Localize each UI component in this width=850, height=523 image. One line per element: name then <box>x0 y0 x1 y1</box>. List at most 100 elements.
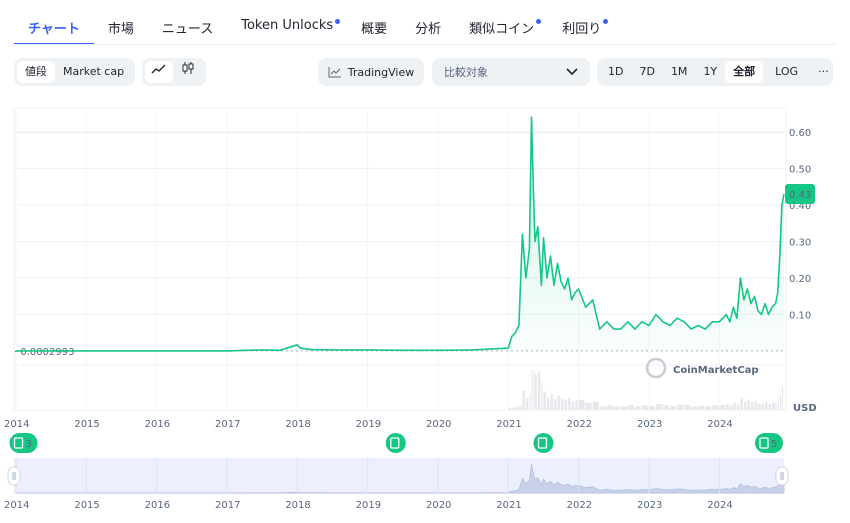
volume-bar <box>736 404 740 410</box>
y-tick-label: 0.10 <box>789 311 811 322</box>
range-option-0[interactable]: 1D <box>600 61 631 83</box>
event-marker-count: 3 <box>26 439 32 450</box>
tab-5[interactable]: 分析 <box>401 12 455 44</box>
volume-bar <box>543 391 546 410</box>
x-tick-label: 2019 <box>356 419 381 430</box>
x-tick-label: 2015 <box>74 419 99 430</box>
line-chart-option[interactable] <box>145 61 173 83</box>
tab-3[interactable]: Token Unlocks <box>227 12 347 44</box>
volume-bar <box>648 405 655 410</box>
log-scale-toggle[interactable]: LOG <box>767 61 806 83</box>
line-chart-icon <box>151 64 166 74</box>
volume-bar <box>761 404 765 410</box>
navigator-tick-label: 2020 <box>426 500 451 511</box>
volume-bar <box>518 405 522 410</box>
tab-7[interactable]: 利回り <box>548 12 615 44</box>
tab-2[interactable]: ニュース <box>148 12 227 44</box>
navigator-tick-label: 2017 <box>215 500 240 511</box>
price-option[interactable]: 値段 <box>17 61 55 83</box>
tab-label: ニュース <box>161 22 214 37</box>
volume-bar <box>656 404 663 410</box>
tab-6[interactable]: 類似コイン <box>455 12 548 44</box>
volume-bar <box>781 386 783 410</box>
volume-bar <box>578 399 585 410</box>
tradingview-button[interactable]: TradingView <box>318 58 424 86</box>
volume-bar <box>606 405 613 410</box>
navigator-tick-label: 2018 <box>285 500 310 511</box>
volume-bar <box>550 394 554 410</box>
volume-bar <box>772 402 775 410</box>
navigator-right-handle[interactable] <box>775 466 789 486</box>
volume-bar <box>733 402 736 410</box>
tab-label: 市場 <box>107 22 134 37</box>
range-option-3[interactable]: 1Y <box>695 61 725 83</box>
price-area <box>16 117 784 351</box>
x-tick-label: 2016 <box>145 419 170 430</box>
x-tick-label: 2014 <box>4 419 29 430</box>
y-tick-label: 0.50 <box>789 164 811 175</box>
volume-bar <box>554 399 557 410</box>
volume-bar <box>571 401 575 410</box>
volume-unit-label: USD <box>793 403 817 414</box>
time-range-selector: 1D 7D 1M 1Y 全部 LOG ··· <box>597 58 833 86</box>
volume-bar <box>599 406 606 410</box>
tab-0[interactable]: チャート <box>14 12 94 45</box>
event-marker[interactable] <box>755 433 784 453</box>
navigator-tick-label: 2016 <box>145 500 170 511</box>
volume-bar <box>585 402 592 410</box>
range-option-4[interactable]: 全部 <box>725 61 764 83</box>
candlestick-icon <box>182 62 194 74</box>
x-tick-label: 2017 <box>215 419 240 430</box>
volume-bar <box>515 407 518 410</box>
volume-bar <box>546 398 550 410</box>
navigator-tick-label: 2024 <box>707 500 732 511</box>
navigator-tick-label: 2015 <box>74 500 99 511</box>
x-tick-label: 2022 <box>567 419 592 430</box>
more-options-button[interactable]: ··· <box>810 61 837 83</box>
compare-placeholder: 比較対象 <box>444 66 488 79</box>
range-option-2[interactable]: 1M <box>663 61 696 83</box>
tab-1[interactable]: 市場 <box>94 12 148 44</box>
chart-tabs: チャート 市場 ニュース Token Unlocks 概要 分析 類似コイン 利回り <box>14 12 615 45</box>
new-indicator-dot <box>536 19 542 24</box>
chart-type-toggle <box>142 58 206 86</box>
volume-bar <box>557 395 561 410</box>
price-chart: 0.100.200.300.400.500.602014 2015 2016 2017… <box>4 107 817 511</box>
volume-bar <box>743 401 747 410</box>
current-price-label: 0.43 <box>789 190 811 201</box>
navigator-left-handle[interactable] <box>7 466 21 486</box>
range-navigator[interactable] <box>14 458 784 494</box>
candlestick-option[interactable] <box>173 61 203 83</box>
volume-bar <box>592 401 599 410</box>
volume-bar <box>729 405 733 410</box>
volume-bar <box>531 370 533 410</box>
chevron-down-icon <box>566 68 578 76</box>
range-option-1[interactable]: 7D <box>631 61 662 83</box>
tab-label: 概要 <box>361 22 388 37</box>
event-marker[interactable] <box>9 433 38 453</box>
compare-select[interactable]: 比較対象 <box>432 58 590 86</box>
volume-bar <box>747 399 750 410</box>
x-tick-label: 2021 <box>496 419 521 430</box>
volume-bar <box>777 400 779 410</box>
volume-bar <box>508 408 511 410</box>
volume-bar <box>677 404 684 410</box>
volume-bar <box>522 390 525 410</box>
event-marker[interactable] <box>533 433 554 453</box>
volume-bar <box>561 398 564 410</box>
volume-bar <box>691 406 698 410</box>
navigator-tick-label: 2014 <box>4 500 29 511</box>
volume-bar <box>620 406 627 410</box>
navigator-tick-label: 2021 <box>496 500 521 511</box>
event-marker[interactable] <box>385 433 406 453</box>
tab-label: Token Unlocks <box>241 18 334 33</box>
x-tick-label: 2023 <box>637 419 662 430</box>
tab-4[interactable]: 概要 <box>347 12 401 44</box>
market-cap-option[interactable]: Market cap <box>55 61 132 83</box>
event-marker-count: 5 <box>771 439 777 450</box>
volume-bar <box>705 406 712 410</box>
x-tick-label: 2020 <box>426 419 451 430</box>
x-tick-label: 2018 <box>285 419 310 430</box>
navigator-tick-label: 2022 <box>567 500 592 511</box>
tab-label: 類似コイン <box>469 22 535 37</box>
